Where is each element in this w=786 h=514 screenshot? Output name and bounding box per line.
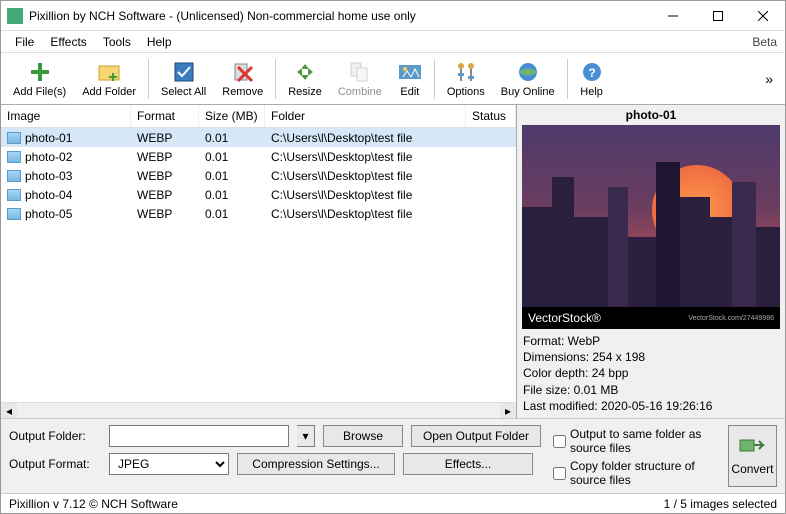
remove-icon xyxy=(231,60,255,84)
remove-button[interactable]: Remove xyxy=(214,55,271,103)
select-all-icon xyxy=(172,60,196,84)
resize-icon xyxy=(293,60,317,84)
status-right: 1 / 5 images selected xyxy=(664,497,777,511)
plus-icon xyxy=(28,60,52,84)
effects-button[interactable]: Effects... xyxy=(403,453,533,475)
combine-icon xyxy=(348,60,372,84)
list-header: Image Format Size (MB) Folder Status xyxy=(1,105,516,128)
table-row[interactable]: photo-02WEBP0.01C:\Users\l\Desktop\test … xyxy=(1,147,516,166)
output-format-select[interactable]: JPEG xyxy=(109,453,229,475)
edit-button[interactable]: Edit xyxy=(390,55,430,103)
menu-effects[interactable]: Effects xyxy=(42,33,94,51)
resize-button[interactable]: Resize xyxy=(280,55,330,103)
convert-button[interactable]: Convert xyxy=(728,425,777,487)
meta-depth: Color depth: 24 bpp xyxy=(523,365,779,381)
file-list[interactable]: photo-01WEBP0.01C:\Users\l\Desktop\test … xyxy=(1,128,516,402)
globe-icon xyxy=(516,60,540,84)
preview-title: photo-01 xyxy=(517,105,785,125)
output-format-label: Output Format: xyxy=(9,457,101,471)
select-all-button[interactable]: Select All xyxy=(153,55,214,103)
scroll-right-arrow[interactable]: ▸ xyxy=(500,403,516,419)
watermark-text: VectorStock® xyxy=(528,311,601,325)
menu-tools[interactable]: Tools xyxy=(95,33,139,51)
file-list-pane: Image Format Size (MB) Folder Status pho… xyxy=(1,105,517,418)
table-row[interactable]: photo-04WEBP0.01C:\Users\l\Desktop\test … xyxy=(1,185,516,204)
compression-settings-button[interactable]: Compression Settings... xyxy=(237,453,395,475)
image-file-icon xyxy=(7,189,21,201)
same-folder-checkbox[interactable] xyxy=(553,435,566,448)
scroll-track[interactable] xyxy=(17,403,500,419)
preview-metadata: Format: WebP Dimensions: 254 x 198 Color… xyxy=(517,329,785,418)
image-file-icon xyxy=(7,170,21,182)
add-files-button[interactable]: Add File(s) xyxy=(5,55,74,103)
table-row[interactable]: photo-01WEBP0.01C:\Users\l\Desktop\test … xyxy=(1,128,516,147)
svg-text:?: ? xyxy=(588,66,595,80)
add-folder-button[interactable]: Add Folder xyxy=(74,55,144,103)
preview-pane: photo-01 VectorStock® VectorStock.com/274… xyxy=(517,105,785,418)
copy-structure-checkbox-row[interactable]: Copy folder structure of source files xyxy=(553,459,716,487)
window-title: Pixillion by NCH Software - (Unlicensed)… xyxy=(29,9,650,23)
beta-label: Beta xyxy=(752,35,777,49)
column-format[interactable]: Format xyxy=(131,105,199,127)
buy-online-button[interactable]: Buy Online xyxy=(493,55,563,103)
meta-filesize: File size: 0.01 MB xyxy=(523,382,779,398)
column-folder[interactable]: Folder xyxy=(265,105,466,127)
meta-dimensions: Dimensions: 254 x 198 xyxy=(523,349,779,365)
options-icon xyxy=(454,60,478,84)
column-image[interactable]: Image xyxy=(1,105,131,127)
output-folder-label: Output Folder: xyxy=(9,429,101,443)
image-file-icon xyxy=(7,132,21,144)
statusbar: Pixillion v 7.12 © NCH Software 1 / 5 im… xyxy=(1,493,785,513)
titlebar: Pixillion by NCH Software - (Unlicensed)… xyxy=(1,1,785,31)
browse-button[interactable]: Browse xyxy=(323,425,403,447)
menu-file[interactable]: File xyxy=(7,33,42,51)
edit-icon xyxy=(398,60,422,84)
output-folder-input[interactable] xyxy=(109,425,289,447)
main-area: Image Format Size (MB) Folder Status pho… xyxy=(1,105,785,418)
image-file-icon xyxy=(7,151,21,163)
preview-image: VectorStock® VectorStock.com/27449986 xyxy=(522,125,780,329)
toolbar: Add File(s) Add Folder Select All Remove… xyxy=(1,53,785,105)
meta-modified: Last modified: 2020-05-16 19:26:16 xyxy=(523,398,779,414)
convert-label: Convert xyxy=(731,462,773,476)
image-file-icon xyxy=(7,208,21,220)
help-icon: ? xyxy=(580,60,604,84)
horizontal-scrollbar[interactable]: ◂ ▸ xyxy=(1,402,516,418)
menu-help[interactable]: Help xyxy=(139,33,180,51)
combine-button: Combine xyxy=(330,55,390,103)
help-button[interactable]: ?Help xyxy=(572,55,612,103)
table-row[interactable]: photo-05WEBP0.01C:\Users\l\Desktop\test … xyxy=(1,204,516,223)
minimize-button[interactable] xyxy=(650,1,695,31)
output-area: Output Folder: ▾ Browse Open Output Fold… xyxy=(1,418,785,493)
options-button[interactable]: Options xyxy=(439,55,493,103)
same-folder-checkbox-row[interactable]: Output to same folder as source files xyxy=(553,427,716,455)
copy-structure-checkbox[interactable] xyxy=(553,467,566,480)
meta-format: Format: WebP xyxy=(523,333,779,349)
watermark-id: VectorStock.com/27449986 xyxy=(688,315,774,322)
table-row[interactable]: photo-03WEBP0.01C:\Users\l\Desktop\test … xyxy=(1,166,516,185)
status-left: Pixillion v 7.12 © NCH Software xyxy=(9,497,178,511)
column-size[interactable]: Size (MB) xyxy=(199,105,265,127)
toolbar-overflow-button[interactable]: » xyxy=(757,67,781,91)
folder-plus-icon xyxy=(97,60,121,84)
output-folder-dropdown[interactable]: ▾ xyxy=(297,425,315,447)
menubar: File Effects Tools Help Beta xyxy=(1,31,785,53)
maximize-button[interactable] xyxy=(695,1,740,31)
column-status[interactable]: Status xyxy=(466,105,516,127)
window-controls xyxy=(650,1,785,31)
app-icon xyxy=(7,8,23,24)
scroll-left-arrow[interactable]: ◂ xyxy=(1,403,17,419)
close-button[interactable] xyxy=(740,1,785,31)
convert-icon xyxy=(739,437,765,462)
open-output-folder-button[interactable]: Open Output Folder xyxy=(411,425,541,447)
